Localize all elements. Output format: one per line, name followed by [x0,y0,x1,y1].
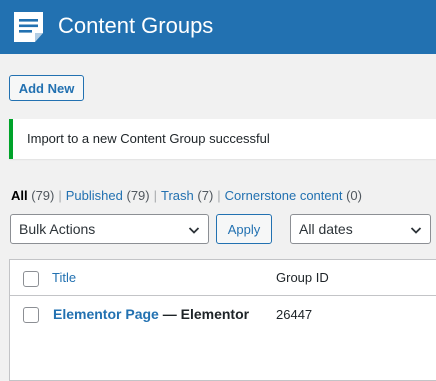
row-title-state: — Elementor [158,306,250,322]
date-filter-select[interactable]: All dates [290,214,431,244]
date-filter-value: All dates [299,221,353,237]
view-published-link[interactable]: Published [66,188,123,203]
select-all-checkbox[interactable] [23,271,39,287]
chevron-down-icon [188,227,200,234]
view-all-count: (79) [31,188,55,203]
row-title-link[interactable]: Elementor Page [53,306,159,322]
page-title: Content Groups [58,13,214,38]
view-trash-link[interactable]: Trash [161,188,194,203]
view-cornerstone-count: (0) [346,188,362,203]
table-header: Title Group ID [10,260,436,296]
view-separator: | [153,188,158,203]
view-separator: | [58,188,62,203]
row-title: Elementor Page — Elementor [53,306,249,322]
view-cornerstone-link[interactable]: Cornerstone content [225,188,343,203]
view-separator: | [217,188,221,203]
document-list-icon [14,12,43,42]
view-all-link[interactable]: All [11,188,28,203]
apply-button[interactable]: Apply [216,214,272,244]
content-groups-table: Title Group ID Elementor Page — Elemento… [9,259,436,381]
column-group-id-header: Group ID [276,270,329,285]
add-new-button[interactable]: Add New [9,75,84,101]
chevron-down-icon [410,227,422,234]
bulk-actions-value: Bulk Actions [19,221,96,237]
row-checkbox[interactable] [23,307,39,323]
row-group-id: 26447 [276,307,313,322]
status-filter-links: All (79) | Published (79) | Trash (7) | Corner… [11,188,362,203]
bulk-actions-select[interactable]: Bulk Actions [10,214,209,244]
top-bar: Content Groups [0,0,436,54]
success-notice: Import to a new Content Group successful [9,119,436,159]
view-published-count: (79) [126,188,150,203]
view-trash-count: (7) [197,188,214,203]
notice-text: Import to a new Content Group successful [27,131,270,146]
column-title-header[interactable]: Title [52,270,76,285]
